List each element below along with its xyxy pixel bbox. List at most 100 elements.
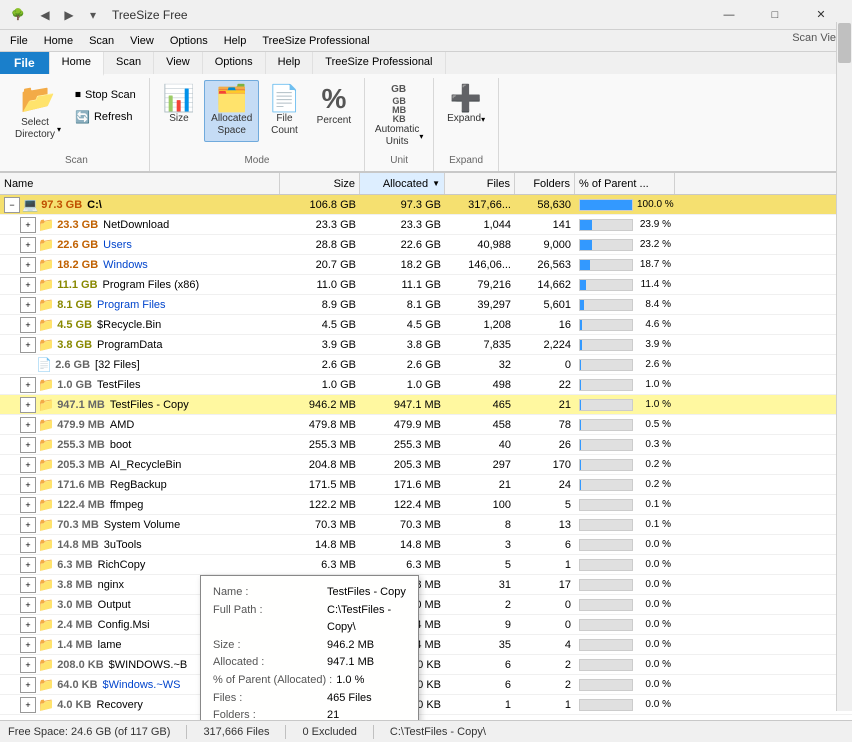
table-row[interactable]: + 📁 2.4 MB Config.Msi 2.4 MB 2.4 MB 9 0 … <box>0 615 852 635</box>
header-folders[interactable]: Folders <box>515 173 575 194</box>
tree-container: Name Size Allocated ▼ Files Folders % of… <box>0 173 852 720</box>
expand-btn[interactable]: + <box>20 237 36 253</box>
table-row[interactable]: + 📁 14.8 MB 3uTools 14.8 MB 14.8 MB 3 6 … <box>0 535 852 555</box>
expand-btn[interactable]: + <box>20 477 36 493</box>
scrollbar-v[interactable] <box>836 173 852 711</box>
file-count-button[interactable]: 📄 FileCount <box>261 80 307 142</box>
table-row[interactable]: + 📁 947.1 MB TestFiles - Copy 946.2 MB 9… <box>0 395 852 415</box>
menu-scan[interactable]: Scan <box>81 33 122 49</box>
menu-file[interactable]: File <box>2 33 36 49</box>
maximize-button[interactable]: □ <box>752 0 798 30</box>
expand-btn[interactable]: + <box>20 257 36 273</box>
auto-units-button[interactable]: GB GB MB KB AutomaticUnits ▾ <box>371 80 427 153</box>
table-row[interactable]: + 📁 3.8 MB nginx 3.7 MB 3.8 MB 31 17 0.0… <box>0 575 852 595</box>
table-row[interactable]: + 📁 23.3 GB NetDownload 23.3 GB 23.3 GB … <box>0 215 852 235</box>
expand-btn[interactable]: + <box>20 657 36 673</box>
tab-file[interactable]: File <box>0 52 50 74</box>
table-row[interactable]: + 📁 208.0 KB $WINDOWS.~B 204.2 KB 208.0 … <box>0 655 852 675</box>
menu-treesize-pro[interactable]: TreeSize Professional <box>254 33 377 49</box>
table-row[interactable]: + 📁 3.0 MB Output 3.0 MB 3.0 MB 2 0 0.0 … <box>0 595 852 615</box>
expand-btn[interactable]: − <box>4 197 20 213</box>
expand-btn[interactable]: + <box>20 577 36 593</box>
minimize-button[interactable]: — <box>706 0 752 30</box>
tab-pro[interactable]: TreeSize Professional <box>313 52 445 74</box>
table-row[interactable]: + 📁 70.3 MB System Volume 70.3 MB 70.3 M… <box>0 515 852 535</box>
percent-bar-container <box>579 459 633 471</box>
table-row[interactable]: + 📁 255.3 MB boot 255.3 MB 255.3 MB 40 2… <box>0 435 852 455</box>
expand-btn[interactable]: + <box>20 277 36 293</box>
table-row[interactable]: + 📁 171.6 MB RegBackup 171.5 MB 171.6 MB… <box>0 475 852 495</box>
table-row[interactable]: + 📁 3.8 GB ProgramData 3.9 GB 3.8 GB 7,8… <box>0 335 852 355</box>
expand-btn[interactable]: + <box>20 557 36 573</box>
expand-btn[interactable]: + <box>20 517 36 533</box>
expand-btn[interactable]: + <box>20 497 36 513</box>
expand-btn[interactable]: + <box>20 637 36 653</box>
header-name[interactable]: Name <box>0 173 280 194</box>
expand-btn[interactable]: + <box>20 437 36 453</box>
table-row[interactable]: + 📁 1.4 MB lame 1.3 MB 1.4 MB 35 4 0.0 % <box>0 635 852 655</box>
cell-files: 9 <box>445 615 515 634</box>
expand-btn[interactable]: + <box>20 317 36 333</box>
tree-body[interactable]: − 💻 97.3 GB C:\ 106.8 GB 97.3 GB 317,66.… <box>0 195 852 720</box>
table-row[interactable]: + 📁 479.9 MB AMD 479.8 MB 479.9 MB 458 7… <box>0 415 852 435</box>
row-name: ProgramData <box>97 339 162 351</box>
allocated-space-button[interactable]: 🗂️ AllocatedSpace <box>204 80 259 142</box>
table-row[interactable]: + 📁 4.5 GB $Recycle.Bin 4.5 GB 4.5 GB 1,… <box>0 315 852 335</box>
tab-home[interactable]: Home <box>50 52 104 76</box>
expand-btn[interactable]: + <box>20 297 36 313</box>
table-row[interactable]: + 📁 64.0 KB $Windows.~WS 167.1 KB 64.0 K… <box>0 675 852 695</box>
menu-options[interactable]: Options <box>162 33 216 49</box>
table-row[interactable]: + 📁 6.3 MB RichCopy 6.3 MB 6.3 MB 5 1 0.… <box>0 555 852 575</box>
tab-scan[interactable]: Scan <box>104 52 154 74</box>
header-allocated[interactable]: Allocated ▼ <box>360 173 445 194</box>
folder-icon: 📁 <box>38 257 54 273</box>
table-row[interactable]: + 📁 122.4 MB ffmpeg 122.2 MB 122.4 MB 10… <box>0 495 852 515</box>
menu-home[interactable]: Home <box>36 33 81 49</box>
percent-mode-button[interactable]: % Percent <box>310 80 358 132</box>
folder-icon: 📁 <box>38 677 54 693</box>
refresh-button[interactable]: 🔄 Refresh <box>68 107 143 127</box>
header-size[interactable]: Size <box>280 173 360 194</box>
expand-btn[interactable]: + <box>20 697 36 713</box>
table-row[interactable]: − 💻 97.3 GB C:\ 106.8 GB 97.3 GB 317,66.… <box>0 195 852 215</box>
table-row[interactable]: + 📁 8.1 GB Program Files 8.9 GB 8.1 GB 3… <box>0 295 852 315</box>
expand-btn[interactable]: + <box>20 617 36 633</box>
expand-btn[interactable]: + <box>20 417 36 433</box>
expand-btn[interactable]: + <box>20 337 36 353</box>
table-row[interactable]: + 📁 205.3 MB AI_RecycleBin 204.8 MB 205.… <box>0 455 852 475</box>
expand-btn[interactable]: + <box>20 457 36 473</box>
header-files[interactable]: Files <box>445 173 515 194</box>
expand-btn[interactable]: + <box>20 677 36 693</box>
tab-help[interactable]: Help <box>266 52 314 74</box>
expand-dropdown[interactable]: ▾ <box>481 115 485 124</box>
auto-dropdown[interactable]: ▾ <box>419 132 423 141</box>
status-sep-1 <box>186 725 187 739</box>
expand-btn[interactable]: + <box>20 377 36 393</box>
header-percent[interactable]: % of Parent ... <box>575 173 675 194</box>
expand-button[interactable]: ➕ Expand ▾ <box>440 80 492 130</box>
menu-view[interactable]: View <box>122 33 162 49</box>
table-row[interactable]: + 📁 1.0 GB TestFiles 1.0 GB 1.0 GB 498 2… <box>0 375 852 395</box>
cell-size: 11.0 GB <box>280 275 360 294</box>
table-row[interactable]: + 📁 4.0 KB Recovery 1.0 KB 4.0 KB 1 1 0.… <box>0 695 852 715</box>
expand-btn[interactable]: + <box>20 537 36 553</box>
menu-help[interactable]: Help <box>216 33 255 49</box>
tab-options[interactable]: Options <box>203 52 266 74</box>
expand-btn[interactable]: + <box>20 597 36 613</box>
table-row[interactable]: + 📁 11.1 GB Program Files (x86) 11.0 GB … <box>0 275 852 295</box>
percent-bar-container <box>579 519 633 531</box>
select-directory-button[interactable]: 📂 Select Directory ▾ <box>10 80 66 146</box>
forward-button[interactable]: ▶ <box>58 4 80 26</box>
size-badge: 205.3 MB <box>57 459 105 471</box>
expand-btn[interactable]: + <box>20 217 36 233</box>
tab-view[interactable]: View <box>154 52 203 74</box>
back-button[interactable]: ◀ <box>34 4 56 26</box>
expand-btn[interactable]: + <box>20 397 36 413</box>
table-row[interactable]: + 📁 18.2 GB Windows 20.7 GB 18.2 GB 146,… <box>0 255 852 275</box>
size-mode-button[interactable]: 📊 Size <box>156 80 202 130</box>
dropdown-button[interactable]: ▾ <box>82 4 104 26</box>
stop-scan-button[interactable]: ⏹ Stop Scan <box>68 84 143 105</box>
table-row[interactable]: + 📁 22.6 GB Users 28.8 GB 22.6 GB 40,988… <box>0 235 852 255</box>
table-row[interactable]: 📄 2.6 GB [32 Files] 2.6 GB 2.6 GB 32 0 2… <box>0 355 852 375</box>
select-dir-dropdown[interactable]: ▾ <box>57 125 61 134</box>
